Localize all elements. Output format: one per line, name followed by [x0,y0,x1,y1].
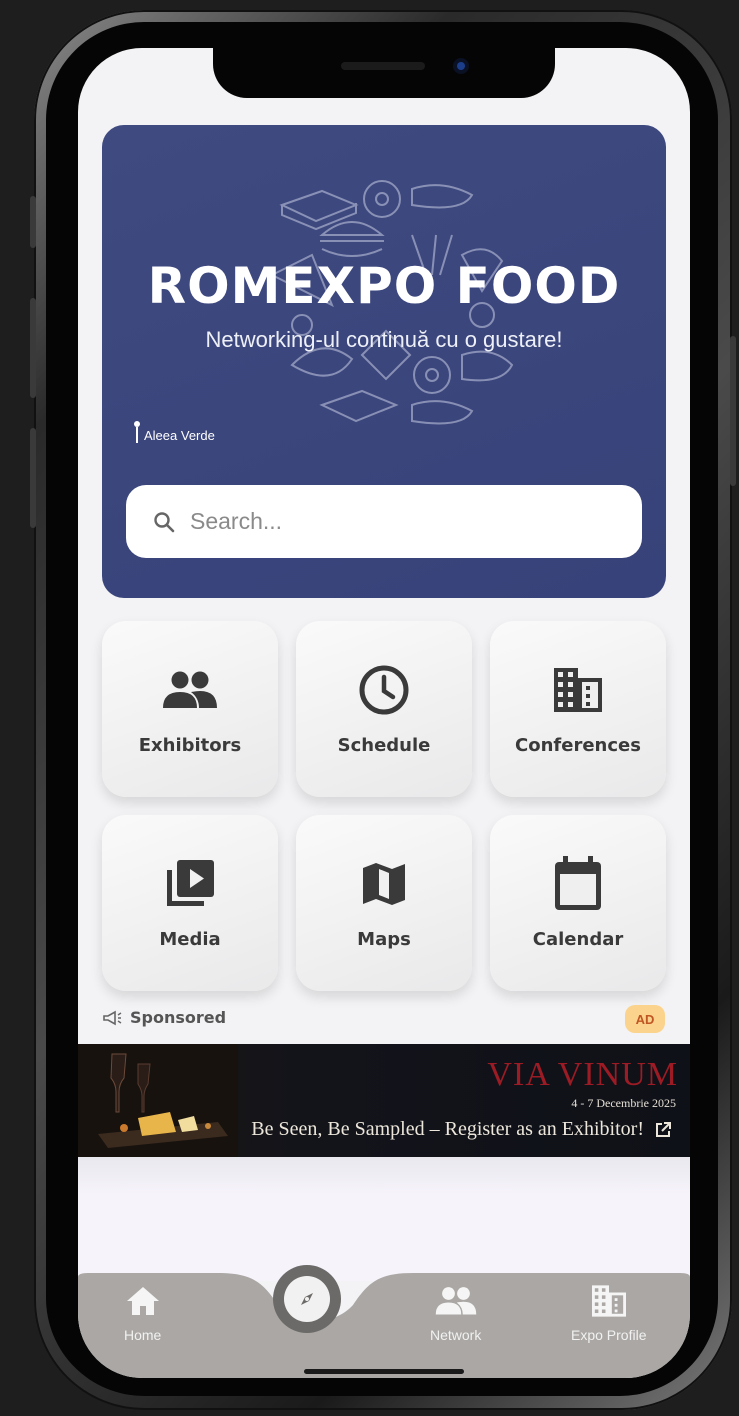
phone-volume-up-button [30,298,36,398]
tile-label: Schedule [337,735,431,756]
home-icon [126,1287,159,1315]
external-link-icon [656,1121,671,1137]
location-pin-icon [134,421,140,443]
banner-dates: 4 - 7 Decembrie 2025 [571,1096,676,1110]
phone-volume-down-button [30,428,36,528]
tile-label: Exhibitors [138,735,242,756]
front-camera [453,58,469,74]
tile-schedule[interactable]: Schedule [296,621,472,797]
people-icon [435,1287,476,1315]
compass-icon [301,1293,313,1305]
building-icon [554,668,602,712]
ad-badge: AD [625,1005,665,1033]
location-label: Aleea Verde [144,428,215,443]
nav-item-home[interactable]: Home [124,1283,161,1343]
search-icon [154,511,175,532]
explore-fab-button[interactable] [273,1265,341,1333]
hero-banner: ROMEXPO FOOD Networking-ul continuă cu o… [102,125,666,598]
tile-label: Media [159,929,221,950]
tile-maps[interactable]: Maps [296,815,472,991]
banner-title: VIA VINUM [487,1056,678,1093]
nav-item-network[interactable]: Network [430,1283,481,1343]
tile-label: Maps [357,929,411,950]
nav-label: Home [124,1327,162,1343]
app-screen: ROMEXPO FOOD Networking-ul continuă cu o… [78,48,690,1378]
bottom-navigation: Home Network Expo Profile [78,1273,690,1378]
banner-cta[interactable]: Be Seen, Be Sampled – Register as an Exh… [251,1118,672,1141]
people-icon [163,671,217,708]
tile-label: Conferences [515,735,641,756]
tile-label: Calendar [532,929,624,950]
megaphone-icon [103,1010,122,1025]
event-location: Aleea Verde [134,421,215,443]
phone-side-button [30,196,36,248]
event-title: ROMEXPO FOOD [147,257,621,315]
building-icon [591,1285,626,1317]
calendar-icon [555,856,601,910]
tile-conferences[interactable]: Conferences [490,621,666,797]
sponsored-header: Sponsored [102,1008,226,1027]
phone-power-button [730,336,736,486]
banner-cta-label: Be Seen, Be Sampled – Register as an Exh… [251,1118,644,1140]
nav-label: Expo Profile [571,1327,647,1343]
tile-media[interactable]: Media [102,815,278,991]
sponsored-banner[interactable]: VIA VINUM 4 - 7 Decembrie 2025 Be Seen, … [78,1044,690,1157]
search-placeholder: Search... [190,508,283,534]
nav-item-expo-profile[interactable]: Expo Profile [571,1283,646,1343]
clock-icon [359,665,409,715]
video-library-icon [167,860,214,906]
tile-calendar[interactable]: Calendar [490,815,666,991]
tile-exhibitors[interactable]: Exhibitors [102,621,278,797]
nav-label: Network [430,1327,482,1343]
map-icon [363,863,405,905]
search-input[interactable]: Search... [126,485,642,558]
content-spacer [78,1157,690,1281]
phone-notch [213,48,555,98]
event-subtitle: Networking-ul continuă cu o gustare! [205,327,563,352]
sponsored-label: Sponsored [130,1008,227,1027]
wine-cheese-image [78,1044,238,1157]
home-indicator [304,1369,464,1374]
speaker-grille [341,62,425,70]
